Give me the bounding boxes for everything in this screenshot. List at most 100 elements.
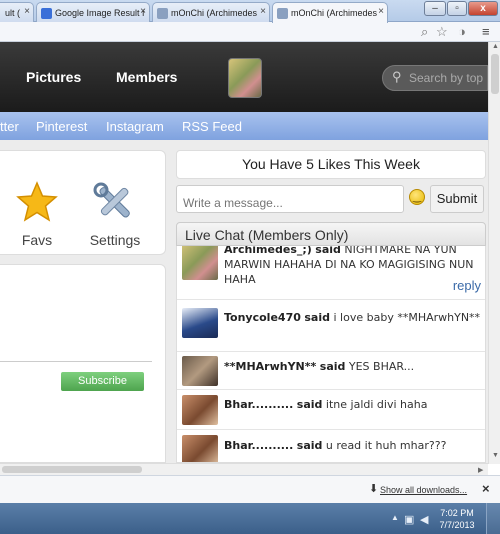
network-icon[interactable]: ▣ xyxy=(404,513,414,526)
scroll-right-icon[interactable]: ▶ xyxy=(478,466,483,474)
reply-link[interactable]: reply xyxy=(453,278,481,293)
downloads-close-icon[interactable]: × xyxy=(482,481,490,496)
volume-icon[interactable]: ◀ xyxy=(420,513,428,526)
vertical-scrollbar[interactable]: ▲ ▼ xyxy=(488,42,500,464)
chat-said: said xyxy=(319,360,346,373)
nav-members[interactable]: Members xyxy=(116,69,177,85)
chat-body: YES BHAR... xyxy=(348,360,415,373)
chat-text: Tonycole470 said i love baby **MHArwhYN*… xyxy=(224,310,482,325)
social-links-bar: tter Pinterest Instagram RSS Feed xyxy=(0,112,488,140)
browser-tab[interactable]: ult ( × xyxy=(0,2,34,22)
chat-username[interactable]: Tonycole470 xyxy=(224,311,301,324)
tab-title: Google Image Result f xyxy=(55,8,145,18)
show-desktop-button[interactable] xyxy=(486,503,500,534)
browser-tab-strip: ult ( × Google Image Result f × mOnChi (… xyxy=(0,0,500,23)
horizontal-scroll-thumb[interactable] xyxy=(2,466,142,473)
site-search-input[interactable]: ⚲ Search by top xyxy=(382,65,488,91)
emoji-icon[interactable] xyxy=(409,189,425,205)
chat-avatar[interactable] xyxy=(182,356,218,386)
chat-message: Archimedes_;) said NIGHTMARE NA YUN MARW… xyxy=(177,246,485,300)
window-close-button[interactable]: x xyxy=(468,1,498,16)
chat-message: Bhar.......... said itne jaldi divi haha xyxy=(177,390,485,430)
star-icon xyxy=(16,181,58,222)
live-chat-list: Archimedes_;) said NIGHTMARE NA YUN MARW… xyxy=(176,246,486,463)
chat-username[interactable]: Archimedes_;) xyxy=(224,246,312,256)
quick-link-label: Favs xyxy=(21,232,53,248)
horizontal-scrollbar[interactable]: ▶ xyxy=(0,463,488,475)
maximize-button[interactable]: ▫ xyxy=(447,1,467,16)
social-link-rss[interactable]: RSS Feed xyxy=(182,119,242,134)
taskbar-clock[interactable]: 7:02 PM 7/7/2013 xyxy=(432,507,482,531)
quick-link-favs[interactable]: Favs xyxy=(2,181,72,248)
chat-avatar[interactable] xyxy=(182,246,218,280)
chat-text: Archimedes_;) said NIGHTMARE NA YUN MARW… xyxy=(224,246,482,287)
social-link-pinterest[interactable]: Pinterest xyxy=(36,119,87,134)
scroll-up-icon[interactable]: ▲ xyxy=(492,43,499,50)
search-icon: ⚲ xyxy=(392,69,402,84)
quick-link-settings[interactable]: Settings xyxy=(80,181,150,248)
browser-tab-active[interactable]: mOnChi (Archimedes × xyxy=(272,2,388,23)
chat-avatar[interactable] xyxy=(182,435,218,462)
live-chat-header: Live Chat (Members Only) xyxy=(176,222,486,246)
message-input[interactable] xyxy=(176,185,404,213)
site-favicon-icon xyxy=(157,8,168,19)
social-link-twitter[interactable]: tter xyxy=(0,119,19,134)
clock-date: 7/7/2013 xyxy=(439,520,475,530)
tab-close-icon[interactable]: × xyxy=(24,6,30,17)
chat-message: Tonycole470 said i love baby **MHArwhYN*… xyxy=(177,300,485,352)
chat-avatar[interactable] xyxy=(182,395,218,425)
chat-username[interactable]: Bhar.......... xyxy=(224,398,293,411)
chat-said: said xyxy=(304,311,330,324)
vertical-scroll-thumb[interactable] xyxy=(491,54,499,94)
zoom-icon[interactable]: ⌕ xyxy=(421,24,428,40)
quick-links-panel: Favs Settings xyxy=(0,150,166,255)
chat-message: Bhar.......... said u read it huh mhar??… xyxy=(177,430,485,462)
chat-text: **MHArwhYN** said YES BHAR... xyxy=(224,359,482,374)
browser-tab[interactable]: mOnChi (Archimedes × xyxy=(152,2,270,22)
chat-text: Bhar.......... said u read it huh mhar??… xyxy=(224,438,482,453)
tab-close-icon[interactable]: × xyxy=(140,6,146,17)
site-header: Pictures Members ⚲ Search by top xyxy=(0,42,488,112)
chat-text: Bhar.......... said itne jaldi divi haha xyxy=(224,397,482,412)
download-icon: ⬇ xyxy=(369,483,379,495)
chat-message: **MHArwhYN** said YES BHAR... xyxy=(177,352,485,390)
chat-username[interactable]: **MHArwhYN** xyxy=(224,360,316,373)
search-placeholder: Search by top xyxy=(409,71,484,85)
user-avatar[interactable] xyxy=(228,58,262,98)
clock-time: 7:02 PM xyxy=(440,508,474,518)
google-favicon-icon xyxy=(41,8,52,19)
tab-close-icon[interactable]: × xyxy=(260,6,266,17)
page-content: Favs Settings Subscribe You Have 5 Likes… xyxy=(0,140,488,463)
downloads-bar: ⬇ Show all downloads... × xyxy=(0,475,500,503)
chat-said: said xyxy=(296,439,323,452)
nav-pictures[interactable]: Pictures xyxy=(26,69,81,85)
submit-button[interactable]: Submit xyxy=(430,185,484,213)
tab-title: mOnChi (Archimedes xyxy=(291,8,378,18)
star-icon[interactable]: ☆ xyxy=(436,24,448,40)
show-all-downloads-link[interactable]: Show all downloads... xyxy=(380,485,467,495)
tab-title: mOnChi (Archimedes xyxy=(171,8,258,18)
social-link-instagram[interactable]: Instagram xyxy=(106,119,164,134)
chat-body: itne jaldi divi haha xyxy=(325,398,428,411)
subscribe-panel: Subscribe xyxy=(0,264,166,463)
windows-taskbar: ▲ ▣ ◀ 7:02 PM 7/7/2013 xyxy=(0,503,500,534)
tray-expand-icon[interactable]: ▲ xyxy=(391,513,399,522)
chat-avatar[interactable] xyxy=(182,308,218,338)
scroll-down-icon[interactable]: ▼ xyxy=(492,452,499,459)
browser-tab[interactable]: Google Image Result f × xyxy=(36,2,150,22)
menu-icon[interactable]: ≡ xyxy=(482,24,490,39)
minimize-button[interactable]: – xyxy=(424,1,446,16)
subscribe-button[interactable]: Subscribe xyxy=(61,372,144,391)
likes-summary: You Have 5 Likes This Week xyxy=(176,150,486,179)
browser-toolbar: ⌕ ☆ ◑ ≡ xyxy=(0,22,500,42)
chat-body: i love baby **MHArwhYN** xyxy=(333,311,481,324)
tools-icon xyxy=(93,182,130,218)
chat-body: u read it huh mhar??? xyxy=(325,439,447,452)
tab-title: ult ( xyxy=(5,8,21,18)
chat-said: said xyxy=(296,398,323,411)
site-favicon-icon xyxy=(277,8,288,19)
chat-username[interactable]: Bhar.......... xyxy=(224,439,293,452)
extension-icon[interactable]: ◑ xyxy=(458,24,466,39)
divider xyxy=(0,361,152,362)
tab-close-icon[interactable]: × xyxy=(378,6,384,17)
